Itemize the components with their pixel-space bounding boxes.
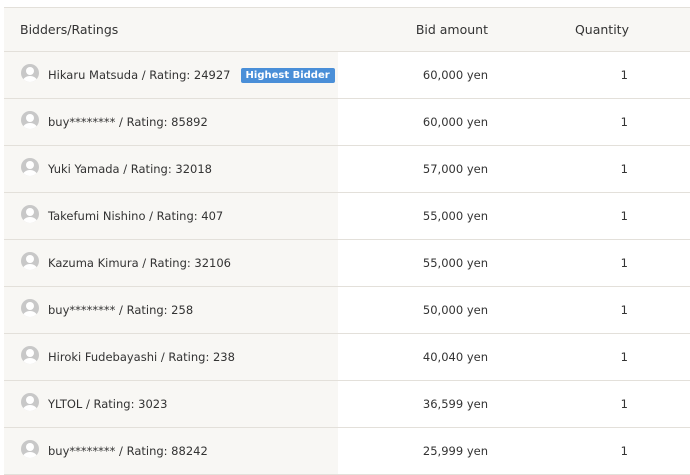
bidder-cell: Yuki Yamada / Rating: 32018 (4, 146, 338, 192)
bidder-link[interactable]: Hiroki Fudebayashi / Rating: 238 (48, 350, 235, 364)
avatar-icon (21, 346, 39, 364)
table-row: Hiroki Fudebayashi / Rating: 238 40,040 … (4, 334, 690, 381)
bidder-column-cell: Bidders/Ratings (4, 8, 338, 51)
bid-amount-header: Bid amount (415, 22, 488, 37)
bid-quantity: 1 (620, 68, 628, 82)
bidder-link[interactable]: Kazuma Kimura / Rating: 32106 (48, 256, 231, 270)
avatar-icon (21, 111, 39, 129)
table-row: Yuki Yamada / Rating: 32018 57,000 yen 1 (4, 146, 690, 193)
bidder-cell: Kazuma Kimura / Rating: 32106 (4, 240, 338, 286)
bid-quantity: 1 (620, 444, 628, 458)
bidder-cell: Takefumi Nishino / Rating: 407 (4, 193, 338, 239)
quantity-header: Quantity (574, 22, 629, 37)
table-row: Hikaru Matsuda / Rating: 24927 Highest B… (4, 52, 690, 99)
bidder-cell: buy******** / Rating: 88242 (4, 428, 338, 474)
bidder-link[interactable]: buy******** / Rating: 85892 (48, 115, 208, 129)
avatar-icon (21, 64, 39, 82)
bidder-cell: Hiroki Fudebayashi / Rating: 238 (4, 334, 338, 380)
bid-amount: 57,000 yen (422, 162, 488, 176)
bid-quantity: 1 (620, 256, 628, 270)
bidder-link[interactable]: buy******** / Rating: 88242 (48, 444, 208, 458)
avatar-icon (21, 205, 39, 223)
avatar-icon (21, 393, 39, 411)
bid-amount: 36,599 yen (422, 397, 488, 411)
highest-bidder-badge: Highest Bidder (240, 67, 335, 83)
bid-quantity: 1 (620, 350, 628, 364)
table-row: buy******** / Rating: 258 50,000 yen 1 (4, 287, 690, 334)
table-row: buy******** / Rating: 88242 25,999 yen 1 (4, 428, 690, 475)
bidder-cell: buy******** / Rating: 258 (4, 287, 338, 333)
bid-quantity: 1 (620, 115, 628, 129)
avatar-icon (21, 440, 39, 458)
table-row: buy******** / Rating: 85892 60,000 yen 1 (4, 99, 690, 146)
table-row: YLTOL / Rating: 3023 36,599 yen 1 (4, 381, 690, 428)
bid-history-table: Bidders/Ratings Bid amount Quantity Hika… (4, 7, 690, 475)
bidder-link[interactable]: buy******** / Rating: 258 (48, 303, 193, 317)
bid-amount: 25,999 yen (422, 444, 488, 458)
bidder-cell: buy******** / Rating: 85892 (4, 99, 338, 145)
bidder-link[interactable]: Hikaru Matsuda / Rating: 24927 (48, 68, 231, 82)
bid-amount: 55,000 yen (422, 256, 488, 270)
bid-amount: 60,000 yen (422, 115, 488, 129)
bidders-ratings-header: Bidders/Ratings (20, 22, 119, 37)
avatar-icon (21, 299, 39, 317)
bidder-link[interactable]: Takefumi Nishino / Rating: 407 (48, 209, 223, 223)
bid-quantity: 1 (620, 303, 628, 317)
bid-amount: 60,000 yen (422, 68, 488, 82)
bid-quantity: 1 (620, 162, 628, 176)
bidder-link[interactable]: YLTOL / Rating: 3023 (48, 397, 167, 411)
bid-amount: 55,000 yen (422, 209, 488, 223)
bid-quantity: 1 (620, 209, 628, 223)
bid-amount: 50,000 yen (422, 303, 488, 317)
table-row: Kazuma Kimura / Rating: 32106 55,000 yen… (4, 240, 690, 287)
bidder-cell: Hikaru Matsuda / Rating: 24927 Highest B… (4, 52, 338, 98)
bidder-cell: YLTOL / Rating: 3023 (4, 381, 338, 427)
avatar-icon (21, 252, 39, 270)
bid-amount: 40,040 yen (422, 350, 488, 364)
bidder-link[interactable]: Yuki Yamada / Rating: 32018 (48, 162, 212, 176)
table-row: Takefumi Nishino / Rating: 407 55,000 ye… (4, 193, 690, 240)
table-header: Bidders/Ratings Bid amount Quantity (4, 8, 690, 52)
bid-quantity: 1 (620, 397, 628, 411)
avatar-icon (21, 158, 39, 176)
